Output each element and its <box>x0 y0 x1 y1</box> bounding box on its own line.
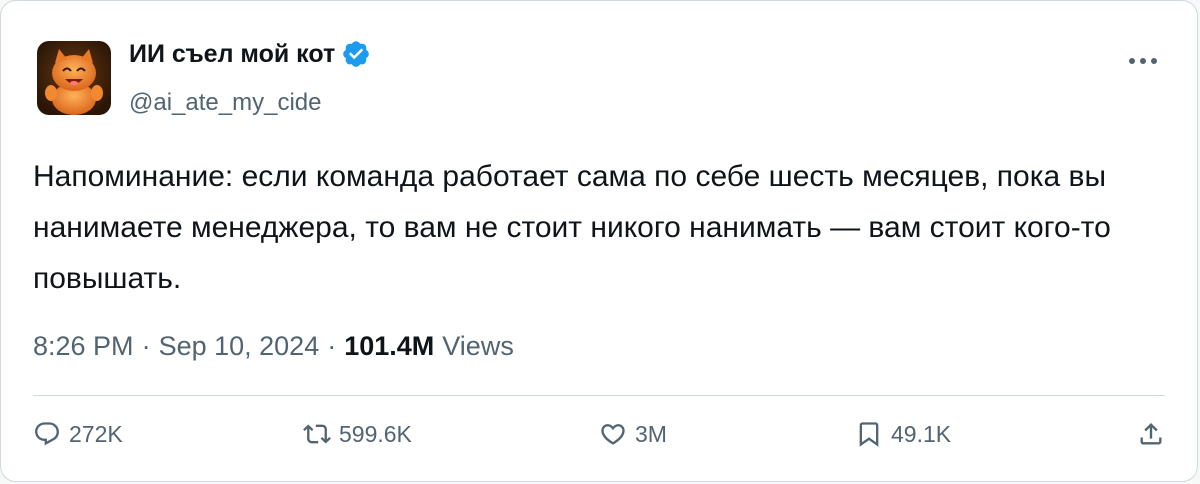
views-label: Views <box>442 331 514 361</box>
author-name-row: ИИ съел мой кот <box>129 39 371 69</box>
like-button[interactable]: 3M <box>599 414 667 454</box>
author-handle[interactable]: @ai_ate_my_cide <box>129 89 321 117</box>
bookmark-count: 49.1K <box>891 420 952 447</box>
bookmark-icon <box>859 422 879 447</box>
reply-button[interactable]: 272K <box>33 414 123 454</box>
reply-count: 272K <box>69 420 123 447</box>
retweet-count: 599.6K <box>339 420 412 447</box>
verified-badge-icon <box>341 39 371 69</box>
heart-icon <box>601 424 625 445</box>
avatar[interactable] <box>37 41 111 115</box>
retweet-button[interactable]: 599.6K <box>303 414 412 454</box>
more-options-button[interactable] <box>1125 47 1161 75</box>
more-dots-icon <box>1129 58 1157 64</box>
share-button[interactable] <box>1137 414 1165 454</box>
reply-icon <box>35 422 59 446</box>
tweet-time[interactable]: 8:26 PM <box>33 331 134 362</box>
retweet-icon <box>303 424 331 444</box>
tweet-card: ИИ съел мой кот @ai_ate_my_cide Напомина… <box>0 0 1198 482</box>
tweet-meta: 8:26 PM · Sep 10, 2024 · 101.4M Views <box>33 331 514 362</box>
bookmark-button[interactable]: 49.1K <box>855 414 951 454</box>
cat-avatar-image <box>37 41 111 115</box>
like-count: 3M <box>635 420 667 447</box>
share-icon <box>1140 423 1162 445</box>
meta-separator: · <box>141 331 151 361</box>
action-bar: 272K 599.6K 3M 49.1K <box>33 414 1165 454</box>
meta-separator: · <box>327 331 337 361</box>
views-count: 101.4M <box>344 331 435 361</box>
tweet-text: Напоминание: если команда работает сама … <box>33 160 1111 295</box>
author-name[interactable]: ИИ съел мой кот <box>129 40 335 69</box>
tweet-date[interactable]: Sep 10, 2024 <box>159 331 320 362</box>
divider <box>33 395 1165 396</box>
